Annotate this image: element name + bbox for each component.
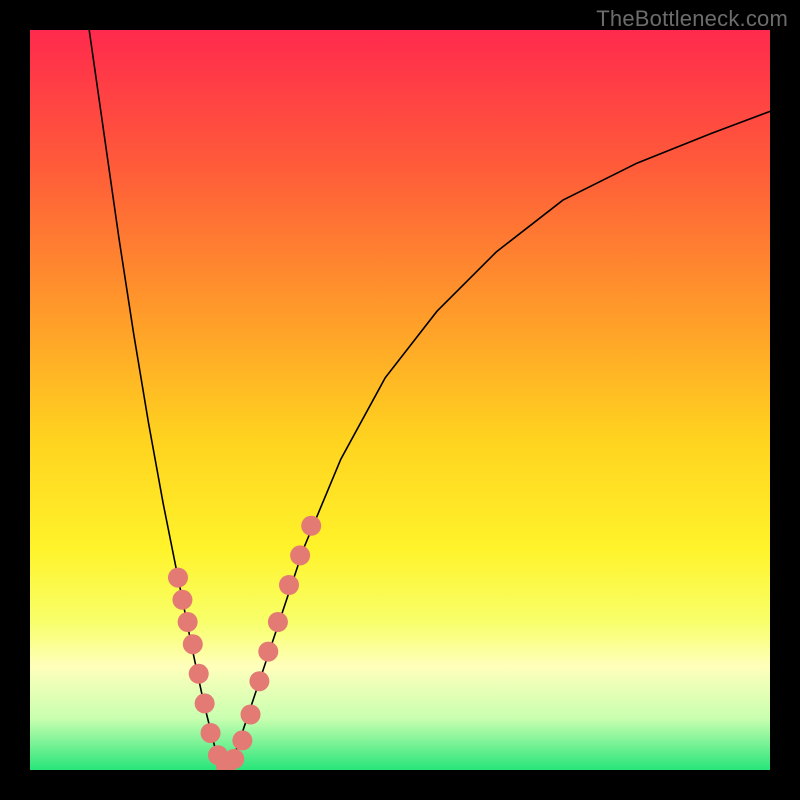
curve-marker: [258, 642, 278, 662]
curve-marker: [232, 730, 252, 750]
curve-marker: [279, 575, 299, 595]
curve-marker: [183, 634, 203, 654]
gradient-background: [30, 30, 770, 770]
curve-marker: [172, 590, 192, 610]
curve-marker: [195, 693, 215, 713]
chart-svg: [30, 30, 770, 770]
chart-frame: TheBottleneck.com: [0, 0, 800, 800]
curve-marker: [249, 671, 269, 691]
curve-marker: [201, 723, 221, 743]
curve-marker: [301, 516, 321, 536]
curve-marker: [268, 612, 288, 632]
watermark-text: TheBottleneck.com: [596, 6, 788, 32]
curve-marker: [189, 664, 209, 684]
curve-marker: [178, 612, 198, 632]
curve-marker: [241, 705, 261, 725]
curve-marker: [168, 568, 188, 588]
curve-marker: [290, 545, 310, 565]
curve-marker: [224, 749, 244, 769]
plot-area: [30, 30, 770, 770]
